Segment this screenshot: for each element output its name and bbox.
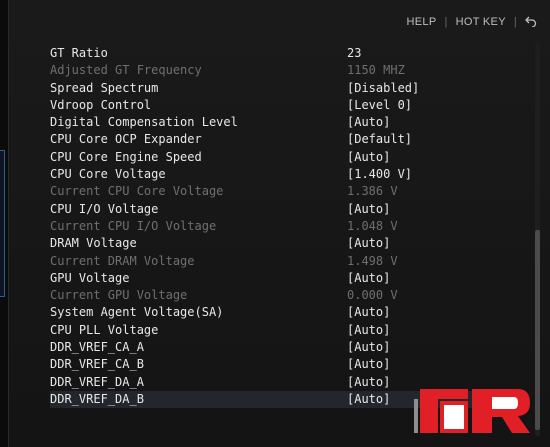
setting-label: CPU Core Voltage bbox=[50, 167, 166, 182]
setting-value[interactable]: [Default] bbox=[347, 131, 412, 148]
setting-value[interactable]: [Auto] bbox=[347, 201, 390, 218]
setting-row: Adjusted GT Frequency 1150 MHZ bbox=[50, 62, 520, 79]
setting-label: Adjusted GT Frequency bbox=[50, 63, 202, 78]
setting-value: 1.498 V bbox=[347, 253, 398, 268]
setting-value[interactable]: [Auto] bbox=[347, 339, 390, 356]
setting-label: DDR_VREF_DA_B bbox=[50, 391, 144, 406]
setting-label: CPU Core OCP Expander bbox=[50, 132, 202, 147]
setting-label: DRAM Voltage bbox=[50, 236, 137, 251]
setting-row[interactable]: DDR_VREF_CA_B [Auto] bbox=[50, 356, 520, 373]
setting-value[interactable]: [Auto] bbox=[347, 270, 390, 287]
setting-row[interactable]: Vdroop Control [Level 0] bbox=[50, 97, 520, 114]
hot-key-button[interactable]: HOT KEY bbox=[456, 16, 506, 28]
setting-value: 0.000 V bbox=[347, 288, 398, 303]
settings-list: GT Ratio 23 Adjusted GT Frequency 1150 MHZ S… bbox=[50, 45, 520, 409]
setting-value: 1.386 V bbox=[347, 184, 398, 199]
setting-label: DDR_VREF_CA_A bbox=[50, 340, 144, 355]
setting-value[interactable]: [Auto] bbox=[347, 304, 390, 321]
setting-row: Current DRAM Voltage 1.498 V bbox=[50, 253, 520, 270]
setting-value[interactable]: [Auto] bbox=[347, 322, 390, 339]
setting-value: 1150 MHZ bbox=[347, 63, 405, 78]
help-button[interactable]: HELP bbox=[407, 16, 437, 28]
setting-row[interactable]: GPU Voltage [Auto] bbox=[50, 270, 520, 287]
setting-row[interactable]: Spread Spectrum [Disabled] bbox=[50, 80, 520, 97]
setting-value[interactable]: [Auto] bbox=[347, 114, 390, 131]
setting-value[interactable]: [Auto] bbox=[347, 391, 390, 408]
setting-label: CPU I/O Voltage bbox=[50, 201, 159, 216]
setting-value[interactable]: [Auto] bbox=[347, 356, 390, 373]
setting-label: Digital Compensation Level bbox=[50, 115, 238, 130]
setting-row[interactable]: DRAM Voltage [Auto] bbox=[50, 235, 520, 252]
setting-label: Current GPU Voltage bbox=[50, 288, 188, 303]
scrollbar-thumb[interactable] bbox=[535, 230, 540, 430]
setting-row[interactable]: GT Ratio 23 bbox=[50, 45, 520, 62]
toolbar-separator: | bbox=[513, 16, 517, 28]
setting-row[interactable]: CPU Core Engine Speed [Auto] bbox=[50, 149, 520, 166]
setting-label: Current DRAM Voltage bbox=[50, 253, 195, 268]
setting-label: CPU Core Engine Speed bbox=[50, 149, 202, 164]
setting-row: Current CPU Core Voltage 1.386 V bbox=[50, 183, 520, 200]
left-panel-edge bbox=[0, 150, 5, 297]
setting-row[interactable]: Digital Compensation Level [Auto] bbox=[50, 114, 520, 131]
setting-label: Current CPU I/O Voltage bbox=[50, 218, 217, 233]
back-arrow-icon bbox=[525, 16, 537, 27]
setting-value[interactable]: 23 bbox=[347, 45, 361, 62]
setting-row: Current CPU I/O Voltage 1.048 V bbox=[50, 218, 520, 235]
setting-value[interactable]: [Disabled] bbox=[347, 80, 419, 97]
setting-label: DDR_VREF_CA_B bbox=[50, 357, 144, 372]
toolbar-separator: | bbox=[444, 16, 448, 28]
setting-value[interactable]: [Auto] bbox=[347, 235, 390, 252]
setting-value[interactable]: [Auto] bbox=[347, 374, 390, 391]
setting-row: Current GPU Voltage 0.000 V bbox=[50, 287, 520, 304]
setting-row[interactable]: System Agent Voltage(SA) [Auto] bbox=[50, 304, 520, 321]
setting-value[interactable]: [Level 0] bbox=[347, 97, 412, 114]
setting-label: System Agent Voltage(SA) bbox=[50, 305, 224, 320]
setting-label: Spread Spectrum bbox=[50, 80, 159, 95]
legit-reviews-logo-icon bbox=[414, 389, 530, 433]
setting-label: Vdroop Control bbox=[50, 97, 152, 112]
setting-row[interactable]: CPU I/O Voltage [Auto] bbox=[50, 201, 520, 218]
top-toolbar: HELP | HOT KEY | bbox=[407, 10, 537, 34]
setting-row[interactable]: CPU Core OCP Expander [Default] bbox=[50, 131, 520, 148]
setting-row[interactable]: CPU PLL Voltage [Auto] bbox=[50, 322, 520, 339]
setting-value[interactable]: [1.400 V] bbox=[347, 166, 412, 183]
setting-row[interactable]: CPU Core Voltage [1.400 V] bbox=[50, 166, 520, 183]
setting-label: Current CPU Core Voltage bbox=[50, 184, 224, 199]
setting-row[interactable]: DDR_VREF_CA_A [Auto] bbox=[50, 339, 520, 356]
setting-label: GPU Voltage bbox=[50, 270, 130, 285]
scrollbar[interactable] bbox=[535, 44, 540, 436]
back-button[interactable] bbox=[525, 15, 537, 30]
setting-value: 1.048 V bbox=[347, 218, 398, 233]
setting-label: DDR_VREF_DA_A bbox=[50, 374, 144, 389]
setting-label: GT Ratio bbox=[50, 46, 108, 60]
setting-value[interactable]: [Auto] bbox=[347, 149, 390, 166]
setting-label: CPU PLL Voltage bbox=[50, 322, 159, 337]
